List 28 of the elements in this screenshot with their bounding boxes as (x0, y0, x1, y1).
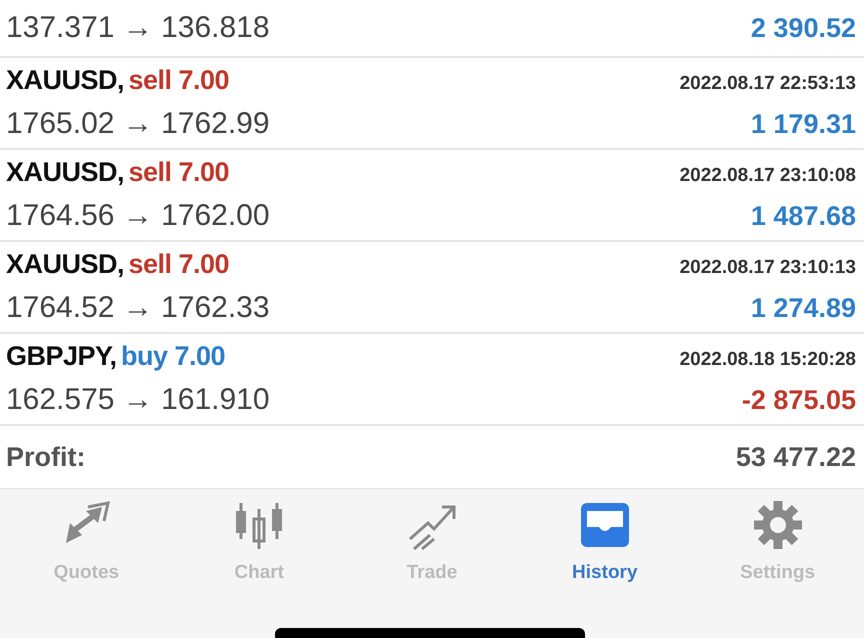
time-label: 2022.08.18 15:20:28 (680, 348, 856, 372)
order-side-label: sell 7.00 (128, 65, 230, 96)
profit-value: 1 179.31 (750, 108, 856, 141)
price-label: 1764.56 → 1762.00 (6, 198, 270, 234)
deal-row[interactable]: XAUUSD, sell 7.00 2022.08.17 22:53:13 1765.02 → 1762.99 1 179.31 (0, 58, 864, 150)
price-label: 137.371 → 136.818 (6, 10, 270, 46)
order-side-label: sell 7.00 (128, 157, 230, 188)
profit-value: 1 274.89 (750, 292, 856, 325)
symbol-label: XAUUSD, (6, 65, 124, 96)
time-label: 2022.08.17 23:10:13 (680, 256, 856, 280)
profit-label: Profit: (6, 440, 86, 474)
profit-total: 53 477.22 (736, 440, 856, 474)
price-label: 162.575 → 161.910 (6, 382, 270, 418)
time-label: 2022.08.17 23:10:08 (680, 164, 856, 188)
tab-button[interactable]: History (544, 499, 665, 588)
time-label: 2022.08.17 22:53:13 (680, 72, 856, 96)
price-label: 1765.02 → 1762.99 (6, 106, 270, 142)
price-label: 1764.52 → 1762.33 (6, 290, 270, 326)
deal-row[interactable]: 137.371 → 136.818 2 390.52 (0, 0, 864, 58)
order-side-label: sell 7.00 (128, 249, 230, 280)
profit-value: 1 487.68 (750, 200, 856, 233)
profit-value: 2 390.52 (750, 12, 856, 45)
deal-row[interactable]: XAUUSD, sell 7.00 2022.08.17 23:10:08 1764.56 → 1762.00 1 487.68 (0, 150, 864, 242)
order-side-label: buy 7.00 (121, 341, 226, 372)
profit-value: -2 875.05 (742, 384, 856, 417)
symbol-label: XAUUSD, (6, 249, 124, 280)
symbol-label: XAUUSD, (6, 157, 124, 188)
symbol-label: GBPJPY, (6, 341, 117, 372)
